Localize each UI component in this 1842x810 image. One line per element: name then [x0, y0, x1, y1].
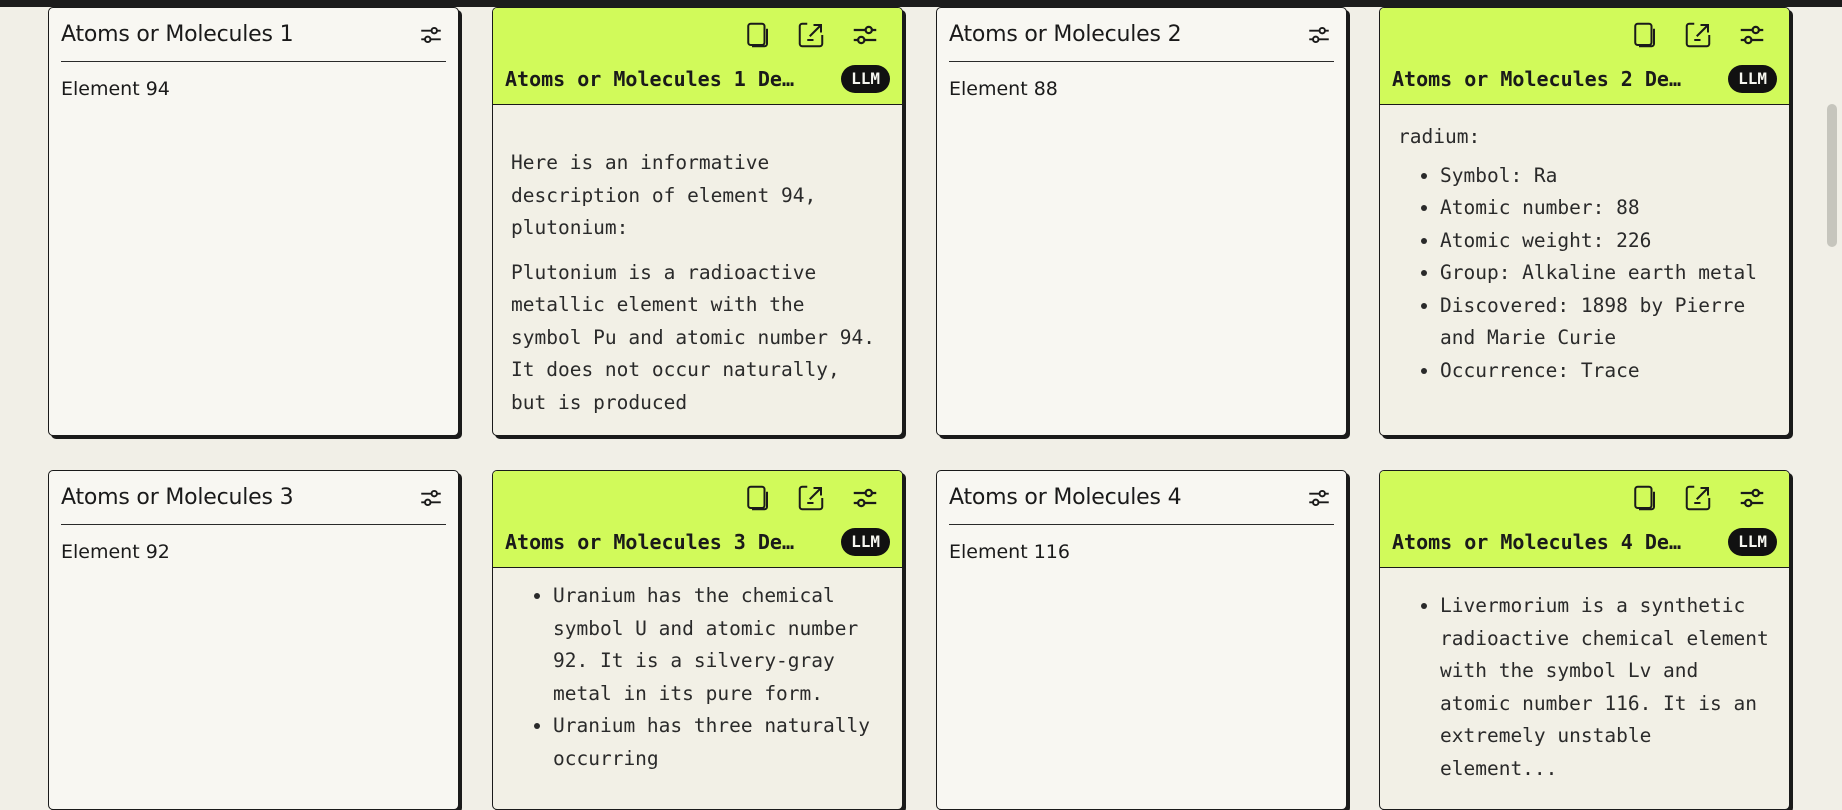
input-node-header: Atoms or Molecules 4: [949, 471, 1334, 525]
output-node-title: Atoms or Molecules 3 De…: [505, 530, 794, 554]
output-node-title: Atoms or Molecules 2 De…: [1392, 67, 1681, 91]
sliders-icon[interactable]: [1735, 18, 1769, 52]
list-item: Livermorium is a synthetic radioactive c…: [1440, 590, 1771, 785]
output-node-title: Atoms or Molecules 1 De…: [505, 67, 794, 91]
output-text: radium: Symbol: Ra Atomic number: 88 Ato…: [1380, 105, 1789, 387]
node-grid: Atoms or Molecules 1 Element 94 Atoms or: [0, 0, 1842, 810]
output-list: Livermorium is a synthetic radioactive c…: [1398, 590, 1771, 785]
input-node-value[interactable]: Element 92: [49, 525, 458, 563]
output-paragraph: Plutonium is a radioactive metallic elem…: [511, 260, 875, 414]
sliders-icon[interactable]: [848, 18, 882, 52]
output-text: Here is an informative description of el…: [493, 105, 902, 419]
output-node-3[interactable]: Atoms or Molecules 3 De… LLM Uranium has…: [492, 470, 903, 810]
output-list: Uranium has the chemical symbol U and at…: [511, 580, 884, 775]
input-node-3[interactable]: Atoms or Molecules 3 Element 92: [48, 470, 459, 810]
llm-badge: LLM: [1728, 528, 1777, 556]
input-node-value[interactable]: Element 116: [937, 525, 1346, 563]
list-item: Uranium has three naturally occurring: [553, 710, 884, 775]
list-item: Group: Alkaline earth metal: [1440, 257, 1771, 290]
scrollbar-thumb[interactable]: [1827, 104, 1837, 247]
input-node-value[interactable]: Element 88: [937, 62, 1346, 100]
llm-badge: LLM: [841, 528, 890, 556]
export-icon[interactable]: [1681, 481, 1715, 515]
sliders-icon[interactable]: [848, 481, 882, 515]
list-item: Occurrence: Trace: [1440, 355, 1771, 388]
llm-badge: LLM: [1728, 65, 1777, 93]
sliders-icon[interactable]: [416, 20, 446, 50]
llm-badge: LLM: [841, 65, 890, 93]
input-node-1[interactable]: Atoms or Molecules 1 Element 94: [48, 7, 459, 436]
input-node-4[interactable]: Atoms or Molecules 4 Element 116: [936, 470, 1347, 810]
output-node-2[interactable]: Atoms or Molecules 2 De… LLM radium: Sym…: [1379, 7, 1790, 436]
output-node-header: Atoms or Molecules 1 De… LLM: [493, 8, 902, 105]
export-icon[interactable]: [794, 18, 828, 52]
list-item: Uranium has the chemical symbol U and at…: [553, 580, 884, 710]
copy-icon[interactable]: [1627, 481, 1661, 515]
sliders-icon[interactable]: [1304, 483, 1334, 513]
output-node-1[interactable]: Atoms or Molecules 1 De… LLM Here is an …: [492, 7, 903, 436]
sliders-icon[interactable]: [1735, 481, 1769, 515]
output-node-header: Atoms or Molecules 3 De… LLM: [493, 471, 902, 568]
output-node-header: Atoms or Molecules 4 De… LLM: [1380, 471, 1789, 568]
input-node-title: Atoms or Molecules 1: [61, 22, 294, 47]
copy-icon[interactable]: [740, 18, 774, 52]
sliders-icon[interactable]: [416, 483, 446, 513]
output-text: Livermorium is a synthetic radioactive c…: [1380, 568, 1789, 785]
list-item: Discovered: 1898 by Pierre and Marie Cur…: [1440, 290, 1771, 355]
input-node-value[interactable]: Element 94: [49, 62, 458, 100]
copy-icon[interactable]: [1627, 18, 1661, 52]
input-node-header: Atoms or Molecules 3: [61, 471, 446, 525]
list-item: Symbol: Ra: [1440, 160, 1771, 193]
input-node-title: Atoms or Molecules 4: [949, 485, 1182, 510]
output-node-4[interactable]: Atoms or Molecules 4 De… LLM Livermorium…: [1379, 470, 1790, 810]
input-node-header: Atoms or Molecules 2: [949, 8, 1334, 62]
output-node-title: Atoms or Molecules 4 De…: [1392, 530, 1681, 554]
output-paragraph: Here is an informative description of el…: [511, 151, 817, 239]
export-icon[interactable]: [794, 481, 828, 515]
input-node-2[interactable]: Atoms or Molecules 2 Element 88: [936, 7, 1347, 436]
export-icon[interactable]: [1681, 18, 1715, 52]
list-item: Atomic weight: 226: [1440, 225, 1771, 258]
copy-icon[interactable]: [740, 481, 774, 515]
sliders-icon[interactable]: [1304, 20, 1334, 50]
input-node-header: Atoms or Molecules 1: [61, 8, 446, 62]
output-paragraph: radium:: [1398, 125, 1481, 148]
output-text: Uranium has the chemical symbol U and at…: [493, 568, 902, 775]
input-node-title: Atoms or Molecules 3: [61, 485, 294, 510]
output-list: Symbol: Ra Atomic number: 88 Atomic weig…: [1398, 160, 1771, 388]
output-node-header: Atoms or Molecules 2 De… LLM: [1380, 8, 1789, 105]
input-node-title: Atoms or Molecules 2: [949, 22, 1182, 47]
list-item: Atomic number: 88: [1440, 192, 1771, 225]
